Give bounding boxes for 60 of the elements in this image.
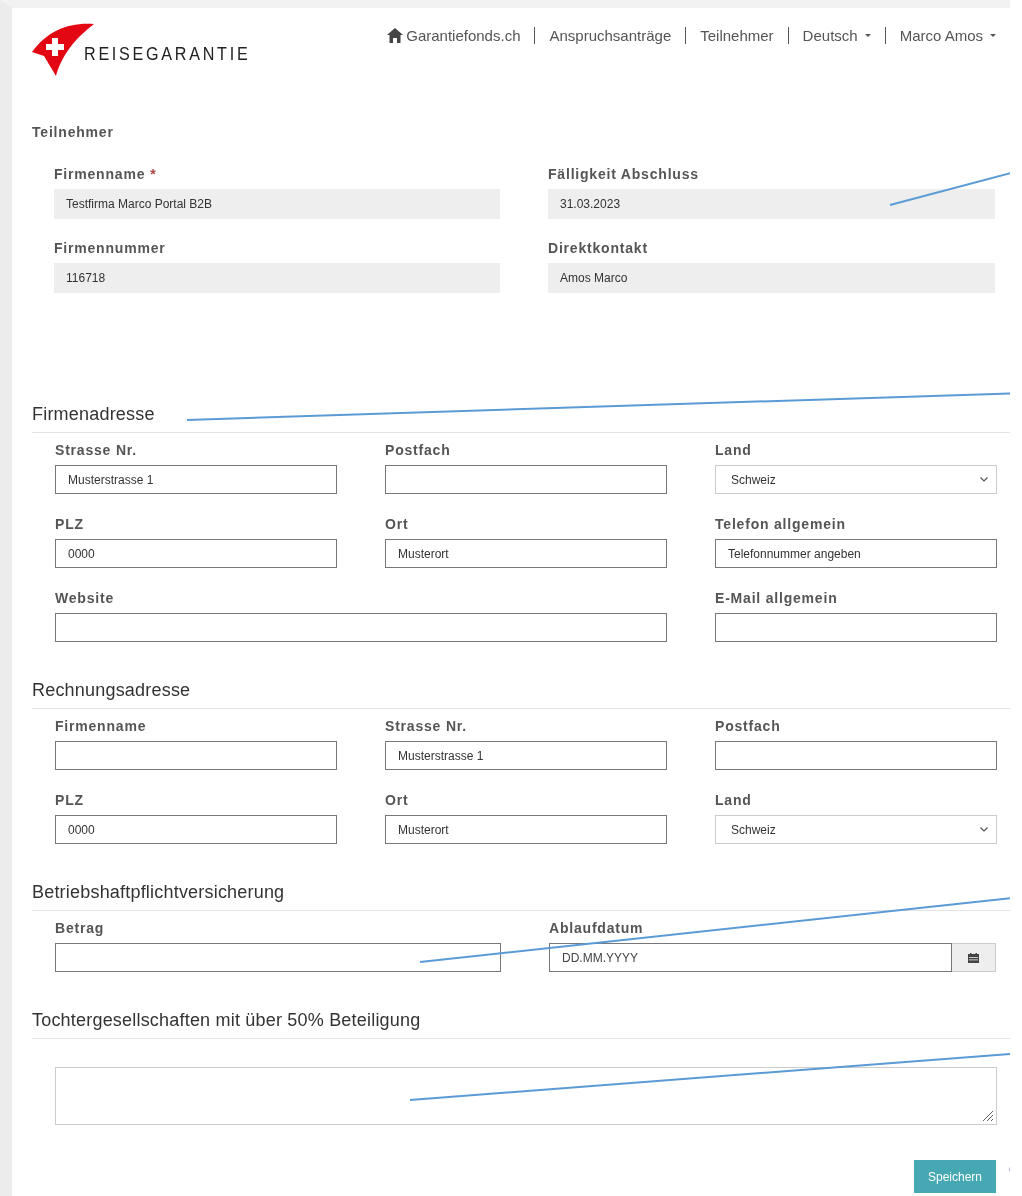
nav-link[interactable]: Garantiefonds.ch <box>373 26 535 44</box>
field-label: Strasse Nr. <box>385 718 468 735</box>
field-label: Website <box>55 590 116 607</box>
field-label: Firmennummer <box>54 240 167 257</box>
field-label: PLZ <box>55 516 85 533</box>
section-title: Betriebshaftpflichtversicherung <box>32 882 1010 911</box>
readonly-field: Testfirma Marco Portal B2B <box>54 189 500 219</box>
caret-icon <box>864 33 871 37</box>
field-label: Ort <box>385 516 410 533</box>
input-field[interactable]: Musterort <box>385 815 667 844</box>
input-field[interactable] <box>385 465 667 494</box>
section-title: Tochtergesellschaften mit über 50% Beteiligung <box>32 1010 1010 1039</box>
input-field[interactable]: Musterort <box>385 539 667 568</box>
input-field[interactable]: Musterstrasse 1 <box>385 741 667 770</box>
field-label: Ort <box>385 792 410 809</box>
section-title: Rechnungsadresse <box>32 680 1010 709</box>
field-label: Firmenname <box>55 718 148 735</box>
field-label: Strasse Nr. <box>55 442 138 459</box>
readonly-field: 116718 <box>54 263 500 293</box>
input-field[interactable]: 0000 <box>55 539 337 568</box>
input-field[interactable] <box>55 943 501 972</box>
nav-link[interactable]: Anspruchsanträge <box>534 26 686 44</box>
select-field[interactable]: Schweiz <box>715 465 997 494</box>
field-label: Fälligkeit Abschluss <box>548 166 700 183</box>
required-mark: * <box>150 166 157 182</box>
field-label: PLZ <box>55 792 85 809</box>
field-label: Telefon allgemein <box>715 516 847 533</box>
caret-icon <box>990 33 996 37</box>
input-field[interactable]: Telefonnummer angeben <box>715 539 997 568</box>
section-title: Teilnehmer <box>32 124 115 141</box>
field-label: E-Mail allgemein <box>715 590 839 607</box>
calendar-icon <box>968 952 979 963</box>
home-icon <box>387 27 404 43</box>
nav-link[interactable]: Teilnehmer <box>685 26 788 44</box>
input-field[interactable]: 0000 <box>55 815 337 844</box>
nav-link[interactable]: Deutsch <box>787 26 885 44</box>
field-label: Postfach <box>385 442 452 459</box>
field-label: Betrag <box>55 920 106 937</box>
input-field[interactable] <box>715 613 997 642</box>
brand-name: REISEGARANTIE <box>84 43 251 65</box>
calendar-button[interactable] <box>952 943 996 972</box>
input-field[interactable] <box>55 741 337 770</box>
field-label: Land <box>715 792 753 809</box>
input-field[interactable] <box>715 741 997 770</box>
date-field[interactable]: DD.MM.YYYY <box>549 943 952 972</box>
field-label: Land <box>715 442 753 459</box>
input-field[interactable]: Musterstrasse 1 <box>55 465 337 494</box>
readonly-field: Amos Marco <box>548 263 995 293</box>
field-label: Direktkontakt <box>548 240 649 257</box>
field-label: Ablaufdatum <box>549 920 645 937</box>
input-field[interactable] <box>55 613 667 642</box>
chevron-icon <box>980 827 988 832</box>
resize-grip-icon <box>982 1110 994 1122</box>
chevron-icon <box>980 477 988 482</box>
readonly-field: 31.03.2023 <box>548 189 995 219</box>
section-title: Firmenadresse <box>32 404 1010 433</box>
field-label: Postfach <box>715 718 782 735</box>
field-label: Firmenname * <box>54 166 158 183</box>
nav-link[interactable]: Marco Amos <box>884 26 1010 44</box>
select-field[interactable]: Schweiz <box>715 815 997 844</box>
